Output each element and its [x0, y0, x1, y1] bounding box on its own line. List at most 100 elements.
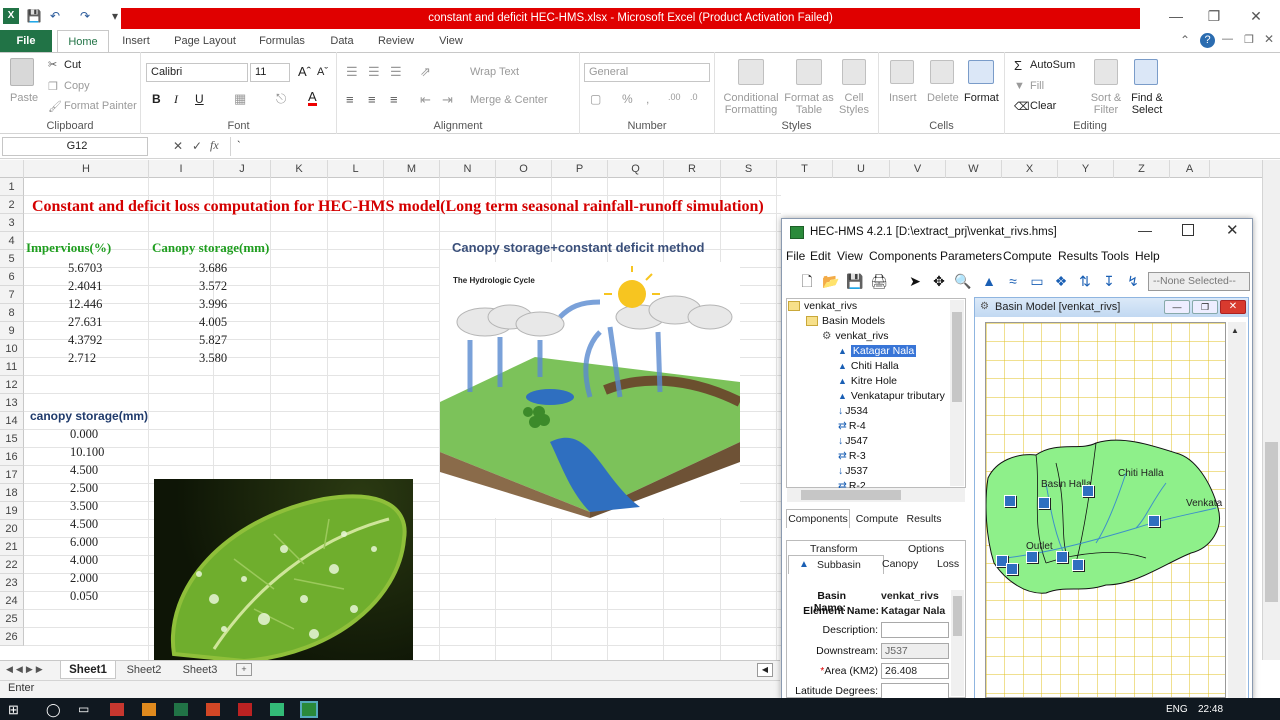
delete-cells-button[interactable]: Delete — [927, 92, 959, 104]
canopy2-cell[interactable]: 4.000 — [70, 551, 98, 569]
canopy2-cell[interactable]: 3.500 — [70, 497, 98, 515]
column-header[interactable]: P — [552, 160, 608, 178]
undo-icon[interactable]: ↶ — [47, 8, 63, 24]
paste-icon[interactable] — [10, 58, 34, 86]
hms-maximize-button[interactable] — [1182, 224, 1194, 236]
hms-tab-results[interactable]: Results — [904, 510, 944, 528]
tree-item[interactable]: ⇄ R-4 — [838, 420, 866, 432]
taskbar-app-3-icon[interactable] — [206, 703, 220, 716]
basin-element-icon[interactable] — [1148, 515, 1160, 527]
autosum-icon[interactable]: Σ — [1014, 58, 1022, 73]
font-name-select[interactable]: Calibri — [146, 63, 248, 82]
canopy2-cell[interactable]: 4.500 — [70, 515, 98, 533]
impervious-cell[interactable]: 27.631 — [68, 313, 102, 331]
basin-restore-button[interactable]: ❐ — [1192, 300, 1218, 314]
orientation-icon[interactable]: ⇗ — [420, 64, 431, 80]
help-icon[interactable]: ? — [1200, 33, 1215, 48]
insert-cells-icon[interactable] — [890, 60, 914, 84]
format-painter-icon[interactable]: 🖌 — [48, 100, 62, 113]
basin-element-icon[interactable] — [1026, 551, 1038, 563]
column-header[interactable]: A — [1170, 160, 1210, 178]
taskbar-excel-icon[interactable] — [174, 703, 188, 716]
row-header[interactable]: 2 — [0, 196, 24, 214]
tree-item[interactable]: ↓ J534 — [838, 405, 868, 417]
hms-tree-vscroll-thumb[interactable] — [952, 312, 962, 402]
taskbar-app-1-icon[interactable] — [110, 703, 124, 716]
cell-styles-button[interactable]: Cell Styles — [836, 92, 872, 116]
underline-icon[interactable]: U — [195, 92, 204, 106]
cancel-entry-icon[interactable]: ✕ — [173, 139, 183, 153]
delete-cells-icon[interactable] — [930, 60, 954, 84]
font-color-icon[interactable]: A — [308, 90, 317, 106]
tab-review[interactable]: Review — [373, 30, 419, 52]
basin-element-icon[interactable] — [1056, 551, 1068, 563]
canopy-cell[interactable]: 3.686 — [199, 259, 227, 277]
tree-item[interactable]: ⚙ venkat_rivs — [822, 330, 889, 342]
row-header[interactable]: 3 — [0, 214, 24, 232]
workbook-restore-icon[interactable]: ❐ — [1244, 33, 1254, 46]
tab-page-layout[interactable]: Page Layout — [170, 30, 240, 52]
cell-styles-icon[interactable] — [842, 59, 866, 85]
row-header[interactable]: 24 — [0, 592, 24, 610]
align-right-icon[interactable]: ≡ — [390, 92, 398, 107]
tree-item[interactable]: ▲ Venkatapur tributary — [838, 390, 945, 402]
format-as-table-icon[interactable] — [796, 59, 822, 85]
hms-menu-parameters[interactable]: Parameters — [940, 249, 1002, 263]
hms-arrow-tool-icon[interactable]: ➤ — [904, 270, 926, 292]
tab-file[interactable]: File — [0, 30, 52, 52]
vertical-scroll-thumb[interactable] — [1265, 442, 1278, 602]
hms-menu-components[interactable]: Components — [869, 249, 937, 263]
decrease-decimal-icon[interactable]: .0 — [690, 92, 698, 102]
column-header[interactable]: O — [496, 160, 552, 178]
wrap-text-button[interactable]: Wrap Text — [470, 66, 519, 78]
autosum-button[interactable]: AutoSum — [1030, 59, 1075, 71]
comma-icon[interactable]: , — [646, 92, 649, 106]
canopy2-cell[interactable]: 2.000 — [70, 569, 98, 587]
row-header[interactable]: 9 — [0, 322, 24, 340]
row-header[interactable]: 18 — [0, 484, 24, 502]
canopy2-cell[interactable]: 0.000 — [70, 425, 98, 443]
column-header[interactable]: N — [440, 160, 496, 178]
hms-tree-hscroll[interactable] — [787, 488, 965, 502]
redo-icon[interactable]: ↷ — [77, 8, 93, 24]
hms-pan-tool-icon[interactable]: ✥ — [928, 270, 950, 292]
hydrologic-cycle-diagram[interactable]: The Hydrologic Cycle — [440, 262, 743, 518]
row-header[interactable]: 6 — [0, 268, 24, 286]
impervious-cell[interactable]: 2.712 — [68, 349, 96, 367]
workbook-close-icon[interactable]: ✕ — [1264, 32, 1274, 46]
copy-button[interactable]: Copy — [64, 80, 90, 92]
column-header[interactable]: Q — [608, 160, 664, 178]
hms-tree-vscroll[interactable] — [950, 300, 964, 486]
canopy-cell[interactable]: 4.005 — [199, 313, 227, 331]
basin-close-button[interactable]: ✕ — [1220, 300, 1246, 314]
currency-icon[interactable]: ▢ — [590, 92, 601, 106]
prop-tab-subbasin[interactable]: ▲ Subbasin — [788, 555, 884, 574]
sort-filter-button[interactable]: Sort & Filter — [1088, 92, 1124, 116]
basin-scroll-up-icon[interactable]: ▲ — [1231, 326, 1243, 336]
taskbar-app-5-icon[interactable] — [270, 703, 284, 716]
basin-map-canvas[interactable]: Basin Halla Chiti Halla Venkata Outlet — [985, 322, 1226, 698]
row-header[interactable]: 14 — [0, 412, 24, 430]
column-header[interactable]: R — [664, 160, 721, 178]
fill-color-icon[interactable]: ⎋ — [276, 91, 286, 107]
align-bottom-icon[interactable]: ☰ — [390, 64, 402, 80]
taskbar-hms-icon[interactable] — [300, 701, 318, 718]
column-header[interactable]: T — [777, 160, 833, 178]
taskbar-app-2-icon[interactable] — [142, 703, 156, 716]
tree-item[interactable]: ▲ Katagar Nala — [838, 345, 917, 357]
sheet-tab-sheet3[interactable]: Sheet3 — [174, 661, 226, 679]
column-header[interactable]: V — [890, 160, 946, 178]
conditional-formatting-icon[interactable] — [738, 59, 764, 85]
hms-tab-components[interactable]: Components — [786, 509, 850, 528]
hms-print-icon[interactable]: 🖨 — [868, 270, 890, 292]
hms-props-vscroll[interactable] — [951, 590, 964, 696]
hms-tab-compute[interactable]: Compute — [852, 510, 902, 528]
canopy-cell[interactable]: 3.996 — [199, 295, 227, 313]
tree-item[interactable]: ⇄ R-3 — [838, 450, 866, 462]
cut-button[interactable]: Cut — [64, 59, 81, 71]
hms-tree-hscroll-thumb[interactable] — [801, 490, 901, 500]
formula-input[interactable]: ` — [230, 137, 1265, 156]
hms-props-vscroll-thumb[interactable] — [953, 596, 962, 636]
row-header[interactable]: 12 — [0, 376, 24, 394]
row-header[interactable]: 10 — [0, 340, 24, 358]
